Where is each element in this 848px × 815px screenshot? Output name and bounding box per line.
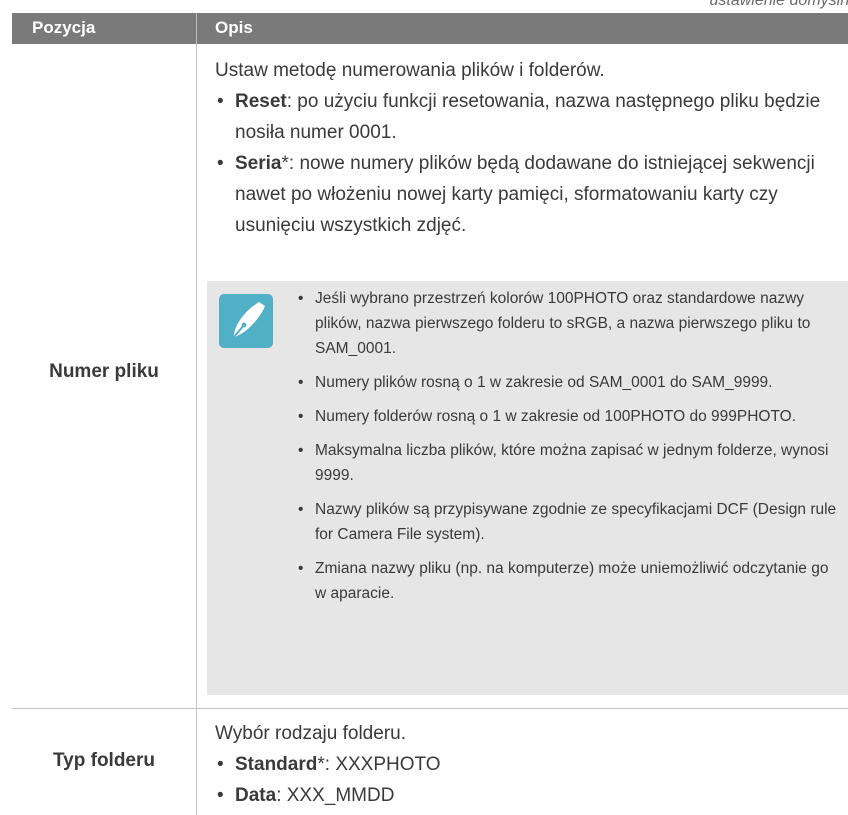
folder-type-intro: Wybór rodzaju folderu.: [215, 723, 406, 744]
note-item: Maksymalna liczba plików, które można za…: [297, 438, 837, 488]
default-marker: *: [281, 153, 289, 174]
option-term: Seria: [235, 153, 282, 174]
option-data: Data: XXX_MMDD: [215, 780, 835, 811]
column-divider: [196, 44, 197, 815]
header-description: Opis: [215, 18, 253, 37]
header-divider: [196, 13, 197, 44]
option-term: Reset: [235, 91, 287, 112]
folder-type-description: Wybór rodzaju folderu. Standard*: XXXPHO…: [215, 718, 835, 811]
note-box: Jeśli wybrano przestrzeń kolorów 100PHOT…: [207, 281, 848, 695]
note-item: Zmiana nazwy pliku (np. na komputerze) m…: [297, 556, 837, 606]
option-text: : XXXPHOTO: [324, 754, 441, 775]
folder-type-options: Standard*: XXXPHOTO Data: XXX_MMDD: [215, 749, 835, 811]
note-item: Jeśli wybrano przestrzeń kolorów 100PHOT…: [297, 286, 837, 361]
row-divider: [12, 708, 848, 709]
note-list: Jeśli wybrano przestrzeń kolorów 100PHOT…: [297, 286, 837, 615]
default-marker: *: [317, 754, 325, 775]
file-number-intro: Ustaw metodę numerowania plików i folder…: [215, 60, 605, 81]
option-standard: Standard*: XXXPHOTO: [215, 749, 835, 780]
table-header: Pozycja Opis: [12, 13, 848, 44]
option-text: : nowe numery plików będą dodawane do is…: [235, 153, 815, 236]
header-position: Pozycja: [32, 18, 96, 37]
row-label-folder-type: Typ folderu: [52, 750, 156, 771]
file-number-description: Ustaw metodę numerowania plików i folder…: [215, 55, 835, 241]
option-text: : po użyciu funkcji resetowania, nazwa n…: [235, 91, 821, 143]
pen-nib-icon: [219, 294, 273, 348]
row-label-file-number: Numer pliku: [49, 361, 159, 382]
note-item: Numery plików rosną o 1 w zakresie od SA…: [297, 370, 837, 395]
option-term: Standard: [235, 754, 318, 775]
option-reset: Reset: po użyciu funkcji resetowania, na…: [215, 86, 835, 148]
file-number-options: Reset: po użyciu funkcji resetowania, na…: [215, 86, 835, 241]
option-term: Data: [235, 785, 277, 806]
note-item: Numery folderów rosną o 1 w zakresie od …: [297, 404, 837, 429]
option-seria: Seria*: nowe numery plików będą dodawane…: [215, 148, 835, 241]
default-setting-note: ustawienie domyślne: [709, 0, 848, 9]
option-text: : XXX_MMDD: [276, 785, 395, 806]
note-item: Nazwy plików są przypisywane zgodnie ze …: [297, 497, 837, 547]
manual-page: ustawienie domyślne Pozycja Opis Numer p…: [0, 0, 848, 815]
